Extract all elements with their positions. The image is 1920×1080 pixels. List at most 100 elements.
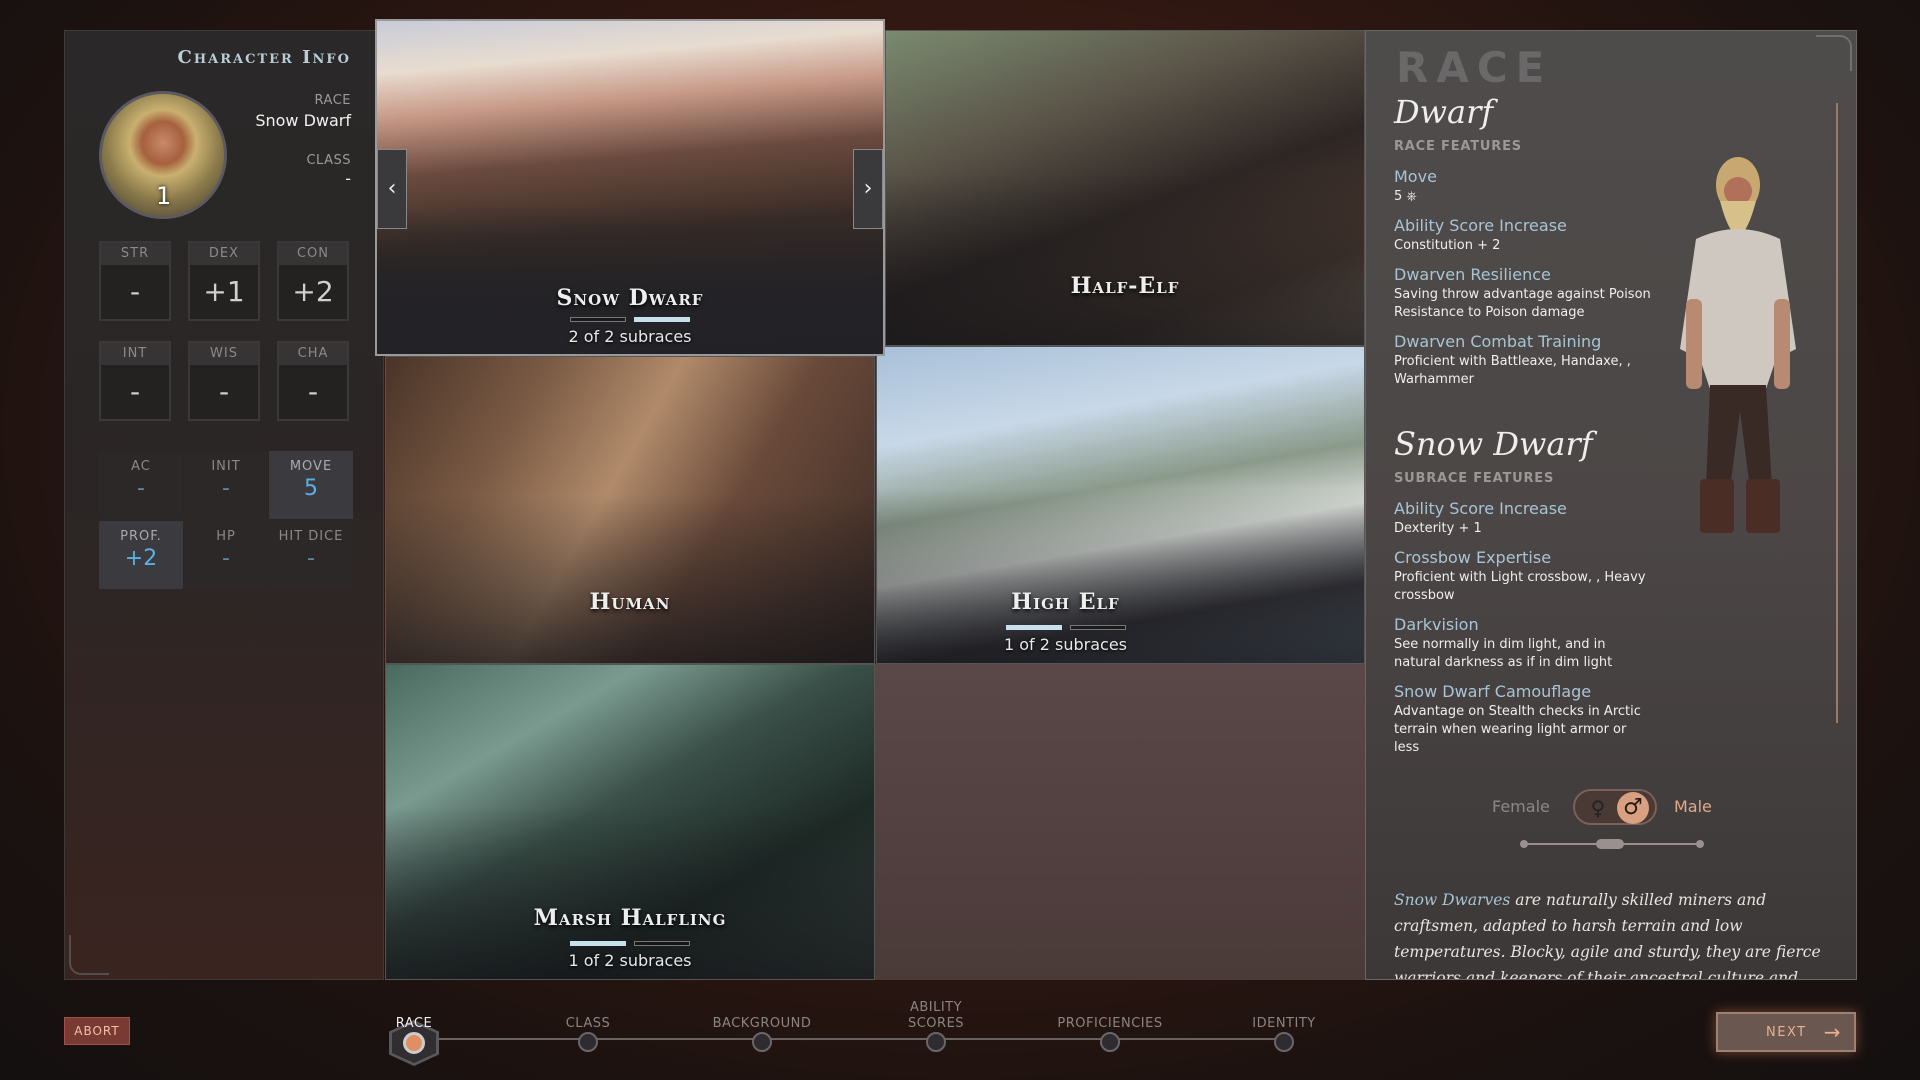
race-card-half-elf[interactable]: Half-Elf: [885, 30, 1365, 346]
feature-desc: 5 ⎈: [1394, 189, 1417, 204]
stat-label: AC: [131, 459, 151, 474]
step-identity[interactable]: IDENTITY: [1204, 1000, 1364, 1052]
step-class[interactable]: CLASS: [508, 1000, 668, 1052]
ability-cha: CHA -: [277, 341, 349, 421]
feature-desc: Dexterity + 1: [1394, 521, 1482, 536]
gender-toggle[interactable]: ♀ ♂: [1573, 789, 1657, 825]
ability-value: -: [129, 275, 141, 308]
race-card-high-elf[interactable]: High Elf 1 of 2 subraces: [876, 346, 1365, 664]
female-icon[interactable]: ♀: [1585, 795, 1611, 821]
race-description: Snow Dwarves are naturally skilled miner…: [1394, 887, 1834, 979]
subrace-pip[interactable]: [1069, 625, 1126, 630]
stat-value: -: [137, 476, 145, 501]
step-proficiencies[interactable]: PROFICIENCIES: [1030, 1000, 1190, 1052]
gender-selector: Female ♀ ♂ Male: [1366, 785, 1856, 825]
race-card-marsh-halfling[interactable]: Marsh Halfling 1 of 2 subraces: [385, 664, 875, 980]
race-name-title: Dwarf: [1394, 93, 1494, 131]
ability-label: CHA: [279, 343, 347, 365]
next-label: NEXT: [1766, 1025, 1807, 1040]
chevron-right-icon: ›: [863, 176, 873, 201]
feature-title: Move: [1394, 167, 1437, 186]
subrace-pip[interactable]: [1005, 625, 1062, 630]
stat-value: 5: [304, 476, 318, 501]
stat-init: INIT -: [184, 451, 268, 519]
feature-item: Crossbow Expertise Proficient with Light…: [1394, 548, 1654, 605]
next-button[interactable]: NEXT →: [1716, 1012, 1856, 1052]
subrace-pip[interactable]: [634, 317, 690, 322]
step-label: BACKGROUND: [712, 1016, 812, 1031]
step-label: RACE: [395, 1016, 433, 1031]
race-features-label: RACE FEATURES: [1394, 139, 1522, 154]
race-details-panel: RACE Dwarf RACE FEATURES Move 5 ⎈ Abilit…: [1365, 30, 1857, 980]
ability-con: CON +2: [277, 241, 349, 321]
stat-value: -: [222, 476, 230, 501]
step-dot: [752, 1032, 772, 1052]
feature-title: Ability Score Increase: [1394, 216, 1567, 235]
character-model: [1680, 157, 1796, 533]
ability-label: WIS: [190, 343, 258, 365]
step-label: ABILITY SCORES: [907, 1000, 965, 1031]
ability-value: +2: [292, 275, 334, 308]
race-card-snow-dwarf-selected[interactable]: ‹ › Snow Dwarf 2 of 2 subraces: [375, 19, 885, 356]
subrace-count: 1 of 2 subraces: [1003, 635, 1128, 654]
stat-hit-dice: HIT DICE -: [269, 521, 353, 589]
character-info-panel: Character Info 1 RACE Snow Dwarf CLASS -…: [64, 30, 384, 980]
corner-ornament: [1816, 35, 1852, 71]
ability-wis: WIS -: [188, 341, 260, 421]
female-label[interactable]: Female: [1492, 797, 1550, 816]
ability-value: -: [129, 375, 141, 408]
subrace-pip[interactable]: [634, 941, 690, 946]
feature-title: Crossbow Expertise: [1394, 548, 1552, 567]
feature-item: Ability Score Increase Dexterity + 1: [1394, 499, 1654, 538]
race-value: Snow Dwarf: [255, 111, 351, 130]
race-name: Snow Dwarf: [556, 285, 704, 311]
stat-label: HIT DICE: [278, 529, 344, 544]
stat-value: -: [307, 546, 315, 571]
chevron-left-icon: ‹: [387, 176, 397, 201]
step-dot: [578, 1032, 598, 1052]
stat-hp: HP -: [184, 521, 268, 589]
stat-label: PROF.: [120, 529, 162, 544]
ability-label: CON: [279, 243, 347, 265]
stat-prof: PROF. +2: [99, 521, 183, 589]
feature-title: Dwarven Combat Training: [1394, 332, 1602, 351]
feature-item: Darkvision See normally in dim light, an…: [1394, 615, 1654, 672]
feature-item: Move 5 ⎈: [1394, 167, 1654, 206]
step-label: IDENTITY: [1252, 1016, 1316, 1031]
ability-label: DEX: [190, 243, 258, 265]
scrollbar[interactable]: [1836, 103, 1838, 723]
panel-heading: RACE: [1396, 43, 1553, 92]
race-label: RACE: [314, 93, 351, 108]
class-value: -: [345, 169, 351, 188]
arrow-right-icon: →: [1823, 1020, 1842, 1044]
character-info-title: Character Info: [177, 47, 351, 68]
race-name: Marsh Halfling: [533, 905, 727, 931]
class-label: CLASS: [306, 153, 351, 168]
male-label[interactable]: Male: [1674, 797, 1712, 816]
stat-ac: AC -: [99, 451, 183, 519]
ability-value: -: [307, 375, 319, 408]
male-icon[interactable]: ♂: [1617, 792, 1649, 824]
step-dot: [1274, 1032, 1294, 1052]
race-name: High Elf: [1011, 589, 1120, 615]
next-subrace-button[interactable]: ›: [853, 149, 883, 229]
subrace-pip[interactable]: [570, 317, 626, 322]
feature-item: Snow Dwarf Camouflage Advantage on Steal…: [1394, 682, 1654, 757]
subrace-count: 1 of 2 subraces: [568, 951, 692, 970]
race-card-human[interactable]: Human: [385, 356, 875, 664]
step-background[interactable]: BACKGROUND: [682, 1000, 842, 1052]
ability-str: STR -: [99, 241, 171, 321]
step-dot: [926, 1032, 946, 1052]
prev-subrace-button[interactable]: ‹: [377, 149, 407, 229]
step-race[interactable]: RACE: [334, 1000, 494, 1054]
ability-int: INT -: [99, 341, 171, 421]
character-portrait[interactable]: 1: [99, 91, 227, 219]
subrace-pip[interactable]: [570, 941, 626, 946]
step-ability-scores[interactable]: ABILITY SCORES: [856, 1000, 1016, 1052]
abort-button[interactable]: ABORT: [64, 1017, 130, 1045]
ability-value: +1: [203, 275, 245, 308]
ability-label: STR: [101, 243, 169, 265]
feature-item: Dwarven Combat Training Proficient with …: [1394, 332, 1654, 389]
subrace-name-title: Snow Dwarf: [1394, 425, 1593, 463]
feature-desc: Constitution + 2: [1394, 238, 1501, 253]
